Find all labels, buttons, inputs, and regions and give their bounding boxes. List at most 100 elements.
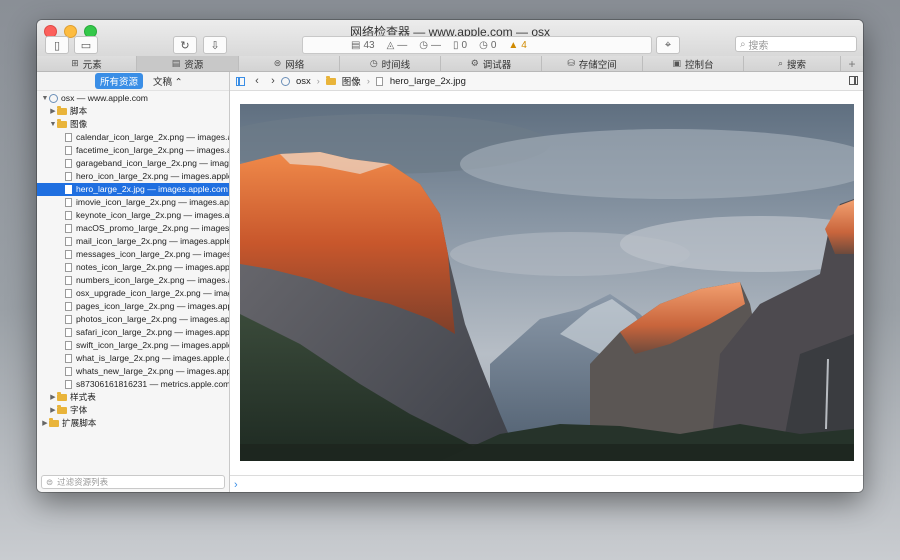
image-file-icon xyxy=(65,289,72,298)
bell-icon: ◬ xyxy=(386,39,395,51)
tree-image-item[interactable]: numbers_icon_large_2x.png — images.apple… xyxy=(37,274,229,287)
tab-search[interactable]: ⌕ 搜索 xyxy=(744,56,841,71)
image-file-icon xyxy=(65,146,72,155)
breadcrumb: osx › 图像 › hero_large_2x.jpg xyxy=(281,74,466,88)
tree-root[interactable]: ▼ osx — www.apple.com xyxy=(37,92,229,105)
scope-all-resources[interactable]: 所有资源 xyxy=(95,73,144,89)
page-icon xyxy=(281,76,290,86)
download-icon: ⇩ xyxy=(210,39,220,52)
image-file-icon xyxy=(65,380,72,389)
sidebar-toggle-icon[interactable] xyxy=(236,76,245,86)
log-icon: ◷ xyxy=(479,39,488,51)
disclosure-open-icon[interactable]: ▼ xyxy=(49,118,57,131)
resource-tree: ▼ osx — www.apple.com ▶ 脚本 ▼ 图像 calendar… xyxy=(37,92,229,430)
tree-image-item[interactable]: osx_upgrade_icon_large_2x.png — images.a… xyxy=(37,287,229,300)
folder-icon xyxy=(325,75,336,85)
tree-image-item[interactable]: safari_icon_large_2x.png — images.apple.… xyxy=(37,326,229,339)
tree-folder-stylesheets[interactable]: ▶ 样式表 xyxy=(37,391,229,404)
tree-image-item[interactable]: whats_new_large_2x.png — images.apple.co… xyxy=(37,365,229,378)
breadcrumb-folder[interactable]: 图像 xyxy=(342,74,361,88)
disclosure-closed-icon[interactable]: ▶ xyxy=(41,417,49,430)
folder-icon xyxy=(57,106,67,115)
image-file-icon xyxy=(65,172,72,181)
resource-count: ▤ 43 xyxy=(351,39,375,51)
tab-timeline[interactable]: ◷ 时间线 xyxy=(340,56,441,71)
tree-image-item[interactable]: hero_icon_large_2x.png — images.apple.co… xyxy=(37,170,229,183)
tree-image-item[interactable]: s87306161816231 — metrics.apple.com xyxy=(37,378,229,391)
tree-item-label: hero_icon_large_2x.png — images.apple.co… xyxy=(76,171,229,181)
tree-image-item[interactable]: macOS_promo_large_2x.png — images.apple.… xyxy=(37,222,229,235)
image-file-icon xyxy=(65,315,72,324)
tab-storage[interactable]: ⛁ 存储空间 xyxy=(542,56,643,71)
tree-item-label: osx_upgrade_icon_large_2x.png — images.a… xyxy=(76,288,229,298)
download-button[interactable]: ⇩ xyxy=(203,36,227,54)
resource-viewer xyxy=(230,91,863,474)
tree-image-item[interactable]: notes_icon_large_2x.png — images.apple.c… xyxy=(37,261,229,274)
breadcrumb-file[interactable]: hero_large_2x.jpg xyxy=(390,76,466,87)
resources-sidebar: 所有资源 文稿 ⌃ ▼ osx — www.apple.com ▶ 脚本 ▼ 图… xyxy=(37,72,230,492)
disclosure-closed-icon[interactable]: ▶ xyxy=(49,404,57,417)
dock-bottom-icon: ▭ xyxy=(80,39,92,52)
scope-documents[interactable]: 文稿 ⌃ xyxy=(153,74,183,88)
image-file-icon xyxy=(65,302,72,311)
forward-button[interactable]: › xyxy=(265,75,281,87)
dock-bottom-button[interactable]: ▭ xyxy=(74,36,98,54)
breadcrumb-root[interactable]: osx xyxy=(296,76,311,87)
tree-item-label: messages_icon_large_2x.png — images.appl… xyxy=(76,249,229,259)
timeline-icon: ◷ xyxy=(369,58,378,68)
warning-icon: ▲ xyxy=(508,39,519,51)
tree-image-item[interactable]: facetime_icon_large_2x.png — images.appl… xyxy=(37,144,229,157)
tree-item-label: swift_icon_large_2x.png — images.apple.c… xyxy=(76,340,229,350)
tree-image-item[interactable]: what_is_large_2x.png — images.apple.com xyxy=(37,352,229,365)
tree-image-item[interactable]: imovie_icon_large_2x.png — images.apple.… xyxy=(37,196,229,209)
image-file-icon xyxy=(65,367,72,376)
tab-console[interactable]: ▣ 控制台 xyxy=(643,56,744,71)
resources-icon: ▤ xyxy=(171,58,181,68)
image-file-icon xyxy=(375,76,383,86)
tree-folder-fonts[interactable]: ▶ 字体 xyxy=(37,404,229,417)
errors-count: ▯ 0 xyxy=(453,39,468,51)
folder-icon xyxy=(57,392,67,401)
tree-item-label: keynote_icon_large_2x.png — images.apple… xyxy=(76,210,229,220)
add-tab-button[interactable]: + xyxy=(841,56,863,71)
image-file-icon xyxy=(65,237,72,246)
tree-folder-scripts[interactable]: ▶ 脚本 xyxy=(37,105,229,118)
filter-resources-input[interactable]: ⊜ 过滤资源列表 xyxy=(41,475,225,489)
back-button[interactable]: ‹ xyxy=(249,75,265,87)
inspector-window: 网络检查器 — www.apple.com — osx ▯ ▭ ↻ ⇩ ▤ 43… xyxy=(37,20,863,492)
chevron-right-icon: › xyxy=(366,76,370,86)
tree-image-item[interactable]: photos_icon_large_2x.png — images.apple.… xyxy=(37,313,229,326)
status-dashboard[interactable]: ▤ 43 ◬ — ◷ — ▯ 0 ◷ 0 ▲ 4 xyxy=(302,36,652,54)
element-picker-button[interactable]: ⌖ xyxy=(656,36,680,54)
disclosure-closed-icon[interactable]: ▶ xyxy=(49,391,57,404)
reload-button[interactable]: ↻ xyxy=(173,36,197,54)
quick-console[interactable]: › xyxy=(230,475,863,492)
tree-image-item[interactable]: hero_large_2x.jpg — images.apple.com xyxy=(37,183,229,196)
dock-side-button[interactable]: ▯ xyxy=(45,36,69,54)
tab-resources[interactable]: ▤ 资源 xyxy=(137,56,239,71)
tree-image-item[interactable]: messages_icon_large_2x.png — images.appl… xyxy=(37,248,229,261)
tree-folder-extensions[interactable]: ▶ 扩展脚本 xyxy=(37,417,229,430)
disclosure-open-icon[interactable]: ▼ xyxy=(41,92,49,105)
tab-elements[interactable]: ⊞ 元素 xyxy=(37,56,137,71)
tree-image-item[interactable]: mail_icon_large_2x.png — images.apple.co… xyxy=(37,235,229,248)
tab-bar: ⊞ 元素 ▤ 资源 ⊜ 网络 ◷ 时间线 ⚙ 调试器 ⛁ 存储空间 ▣ 控制台 … xyxy=(37,56,863,72)
details-sidebar-icon[interactable] xyxy=(849,76,858,85)
tree-item-label: hero_large_2x.jpg — images.apple.com xyxy=(76,184,228,194)
tree-image-item[interactable]: swift_icon_large_2x.png — images.apple.c… xyxy=(37,339,229,352)
tree-image-item[interactable]: pages_icon_large_2x.png — images.apple.c… xyxy=(37,300,229,313)
tree-image-item[interactable]: calendar_icon_large_2x.png — images.appl… xyxy=(37,131,229,144)
tree-folder-images[interactable]: ▼ 图像 xyxy=(37,118,229,131)
image-file-icon xyxy=(65,224,72,233)
tree-item-label: facetime_icon_large_2x.png — images.appl… xyxy=(76,145,229,155)
tab-network[interactable]: ⊜ 网络 xyxy=(239,56,340,71)
tree-image-item[interactable]: keynote_icon_large_2x.png — images.apple… xyxy=(37,209,229,222)
search-icon: ⌕ xyxy=(777,58,784,68)
tab-debugger[interactable]: ⚙ 调试器 xyxy=(441,56,542,71)
search-input[interactable]: ⌕ 搜索 xyxy=(735,36,857,52)
tree-item-label: whats_new_large_2x.png — images.apple.co… xyxy=(76,366,229,376)
disclosure-closed-icon[interactable]: ▶ xyxy=(49,105,57,118)
tree-item-label: mail_icon_large_2x.png — images.apple.co… xyxy=(76,236,229,246)
dock-side-icon: ▯ xyxy=(53,39,61,52)
tree-image-item[interactable]: garageband_icon_large_2x.png — images.ap… xyxy=(37,157,229,170)
